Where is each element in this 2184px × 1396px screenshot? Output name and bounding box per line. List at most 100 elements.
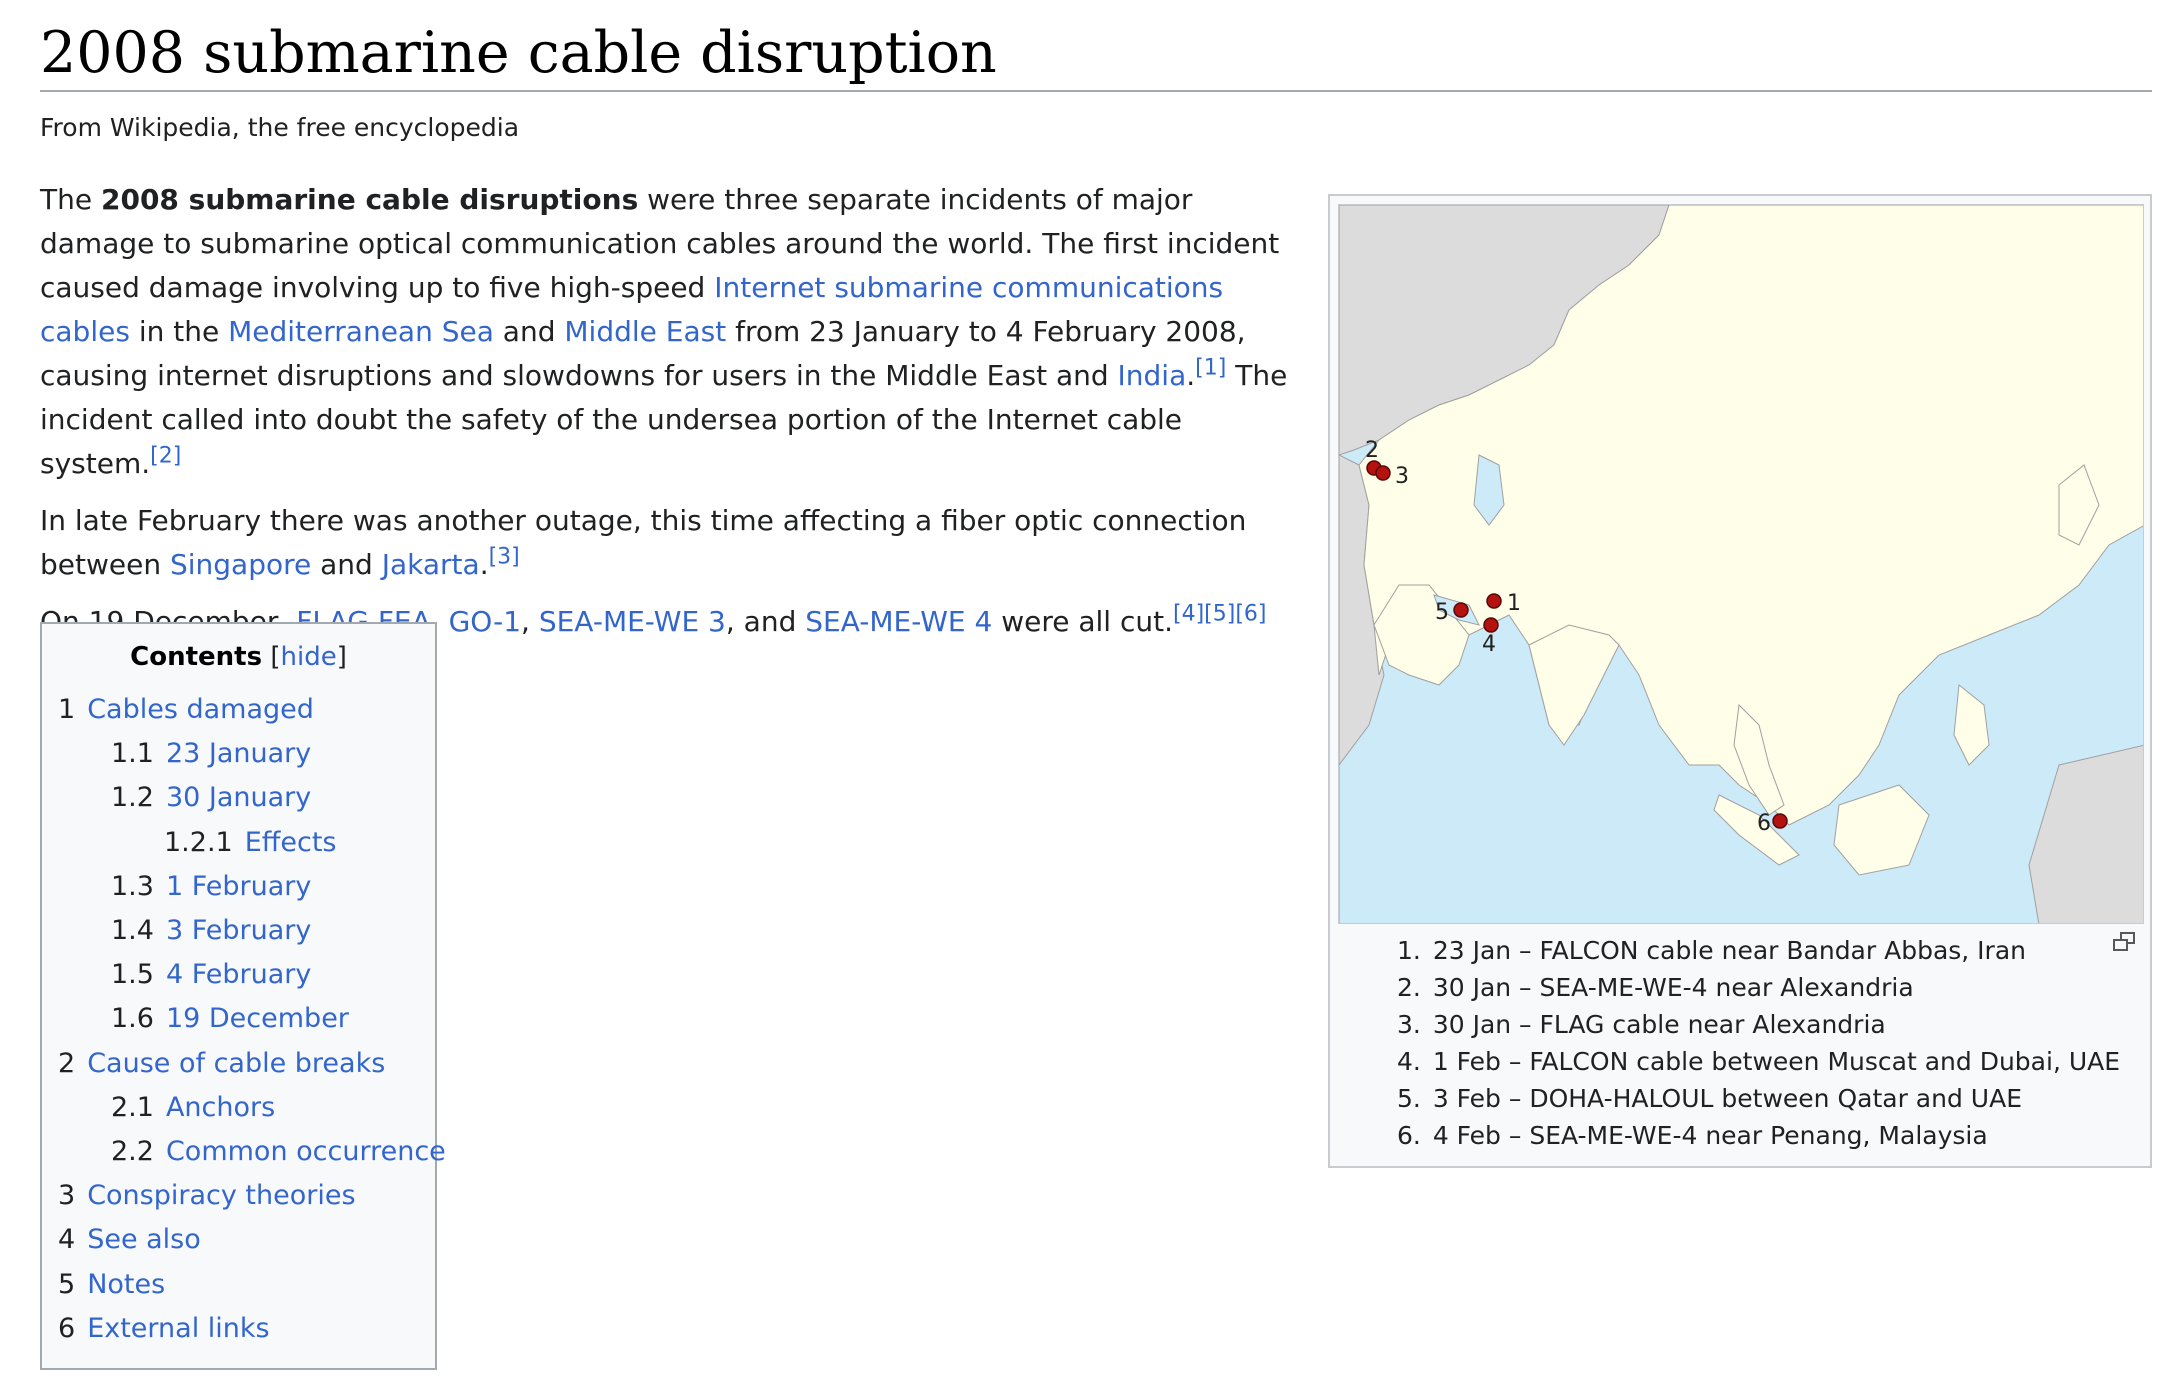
toc-link[interactable]: 30 January <box>166 782 311 813</box>
caption-number: 4. <box>1397 1047 1421 1076</box>
toc-number: 1.6 <box>111 1003 154 1035</box>
link-middle-east[interactable]: Middle East <box>564 315 726 348</box>
reference-link[interactable]: [4] <box>1173 602 1204 627</box>
cable-break-marker <box>1375 465 1391 481</box>
caption-item: 3. 30 Jan – FLAG cable near Alexandria <box>1397 1006 2120 1043</box>
toc-item[interactable]: 1.6 19 December <box>42 997 435 1041</box>
caption-number: 2. <box>1397 973 1421 1002</box>
reference-link[interactable]: [5] <box>1204 602 1235 627</box>
toc-item[interactable]: 1 Cables damaged <box>42 688 435 732</box>
toc-number: 2 <box>58 1047 76 1079</box>
toc-link[interactable]: 19 December <box>166 1003 349 1034</box>
link-sea-me-we-4[interactable]: SEA-ME-WE 4 <box>805 605 992 638</box>
toc-link[interactable]: Anchors <box>166 1092 275 1123</box>
caption-number: 3. <box>1397 1010 1421 1039</box>
toc-number: 5 <box>58 1268 76 1300</box>
toc-link[interactable]: 1 February <box>166 871 311 902</box>
toc-link[interactable]: 3 February <box>166 915 311 946</box>
toc-number: 6 <box>58 1312 76 1344</box>
title-divider <box>40 90 2152 92</box>
caption-number: 1. <box>1397 936 1421 965</box>
caption-text: 1 Feb – FALCON cable between Muscat and … <box>1432 1047 2121 1076</box>
table-of-contents: Contents [hide] 1 Cables damaged 1.1 23 Ja… <box>40 622 446 1370</box>
toc-item[interactable]: 6 External links <box>42 1307 435 1351</box>
toc-number: 3 <box>58 1180 76 1212</box>
reference-link[interactable]: [3] <box>489 545 520 570</box>
text: . <box>1186 359 1196 392</box>
toc-number: 4 <box>58 1224 76 1256</box>
bold-term: 2008 submarine cable disruptions <box>100 183 639 216</box>
toc-item[interactable]: 1.2 30 January <box>42 776 435 820</box>
toc-number: 2.2 <box>111 1136 154 1168</box>
toc-number: 1.2.1 <box>164 826 233 858</box>
toc-item[interactable]: 1.3 1 February <box>42 865 435 909</box>
toc-bracket: [ <box>270 642 281 672</box>
caption-text: 30 Jan – SEA-ME-WE-4 near Alexandria <box>1432 973 1914 1002</box>
toc-link[interactable]: External links <box>87 1313 269 1344</box>
reference-link[interactable]: [6] <box>1235 602 1266 627</box>
toc-item[interactable]: 3 Conspiracy theories <box>42 1174 435 1218</box>
toc-number: 1.1 <box>111 738 154 770</box>
map-image: 123456 <box>1339 205 2143 923</box>
link-sea-me-we-3[interactable]: SEA-ME-WE 3 <box>539 605 726 638</box>
toc-link[interactable]: Cables damaged <box>87 694 314 725</box>
toc-link[interactable]: Effects <box>245 827 337 858</box>
link-jakarta[interactable]: Jakarta <box>382 548 480 581</box>
toc-link[interactable]: 23 January <box>166 738 311 769</box>
link-india[interactable]: India <box>1118 359 1187 392</box>
toc-link[interactable]: See also <box>87 1224 201 1255</box>
map-thumbnail: 123456 1. 23 Jan – FALCON cable near Ban… <box>1328 194 2152 1168</box>
link-singapore[interactable]: Singapore <box>170 548 311 581</box>
toc-link[interactable]: Cause of cable breaks <box>87 1048 385 1079</box>
toc-item[interactable]: 2.2 Common occurrence <box>42 1130 446 1174</box>
toc-link[interactable]: Conspiracy theories <box>87 1180 355 1211</box>
toc-link[interactable]: 4 February <box>166 959 311 990</box>
marker-label: 4 <box>1482 632 1496 657</box>
toc-item[interactable]: 5 Notes <box>42 1263 435 1307</box>
toc-item[interactable]: 1.2.1 Effects <box>42 821 435 865</box>
caption-text: 30 Jan – FLAG cable near Alexandria <box>1432 1010 1886 1039</box>
toc-link[interactable]: Notes <box>87 1269 165 1300</box>
cable-disruption-map[interactable]: 123456 <box>1338 204 2144 924</box>
article-intro: The 2008 submarine cable disruptions wer… <box>40 178 1300 657</box>
caption-text: 4 Feb – SEA-ME-WE-4 near Penang, Malaysi… <box>1432 1121 1988 1150</box>
reference-link[interactable]: [1] <box>1195 356 1226 381</box>
toc-item[interactable]: 4 See also <box>42 1218 435 1262</box>
cable-break-marker <box>1483 617 1499 633</box>
toc-item[interactable]: 1.5 4 February <box>42 953 435 997</box>
toc-number: 1 <box>58 694 76 725</box>
toc-link[interactable]: Common occurrence <box>166 1136 446 1167</box>
toc-item[interactable]: 1.4 3 February <box>42 909 435 953</box>
toc-number: 1.2 <box>111 782 154 814</box>
caption-number: 5. <box>1397 1084 1421 1113</box>
toc-header: Contents [hide] <box>42 624 435 684</box>
marker-label: 5 <box>1435 600 1449 625</box>
caption-item: 4. 1 Feb – FALCON cable between Muscat a… <box>1397 1043 2120 1080</box>
caption-text: 3 Feb – DOHA-HALOUL between Qatar and UA… <box>1432 1084 2022 1113</box>
text: The <box>40 183 101 216</box>
reference-link[interactable]: [2] <box>150 444 181 469</box>
link-go-1[interactable]: GO-1 <box>449 605 521 638</box>
caption-item: 2. 30 Jan – SEA-ME-WE-4 near Alexandria <box>1397 969 2120 1006</box>
toc-item[interactable]: 2 Cause of cable breaks <box>42 1042 435 1086</box>
cable-break-marker <box>1772 813 1788 829</box>
link-mediterranean-sea[interactable]: Mediterranean Sea <box>228 315 494 348</box>
site-tagline: From Wikipedia, the free encyclopedia <box>40 113 520 142</box>
toc-hide-toggle[interactable]: hide <box>281 642 337 672</box>
toc-number: 2.1 <box>111 1091 154 1123</box>
page-title: 2008 submarine cable disruption <box>40 20 997 86</box>
toc-title: Contents <box>130 642 263 672</box>
toc-item[interactable]: 2.1 Anchors <box>42 1086 435 1130</box>
cable-break-marker <box>1453 602 1469 618</box>
text: . <box>479 548 489 581</box>
map-caption-list: 1. 23 Jan – FALCON cable near Bandar Abb… <box>1397 932 2120 1154</box>
toc-item[interactable]: 1.1 23 January <box>42 732 435 776</box>
caption-item: 5. 3 Feb – DOHA-HALOUL between Qatar and… <box>1397 1080 2120 1117</box>
text: and <box>493 315 565 348</box>
marker-label: 3 <box>1395 464 1409 489</box>
cable-break-marker <box>1486 593 1502 609</box>
toc-number: 1.3 <box>111 870 154 902</box>
caption-item: 1. 23 Jan – FALCON cable near Bandar Abb… <box>1397 932 2120 969</box>
marker-label: 1 <box>1507 591 1521 616</box>
text: in the <box>129 315 229 348</box>
